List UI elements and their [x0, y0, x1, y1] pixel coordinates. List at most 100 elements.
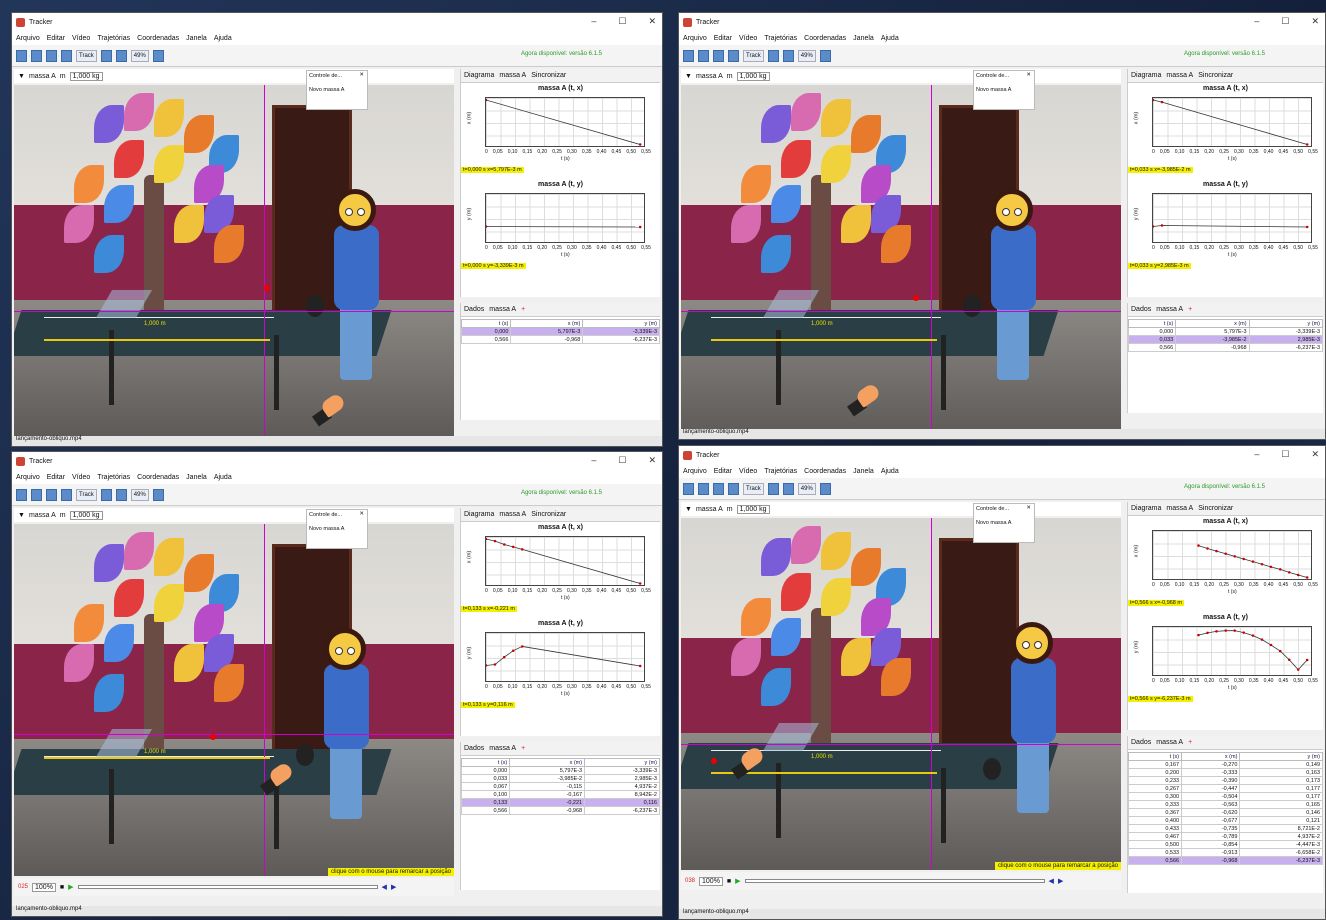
- autotracker-icon[interactable]: [100, 49, 112, 62]
- menu-item[interactable]: Trajetórias: [97, 35, 130, 42]
- menu-item[interactable]: Ajuda: [881, 35, 899, 42]
- data-point[interactable]: [1278, 649, 1282, 653]
- close-icon[interactable]: ✕: [1026, 505, 1031, 511]
- video-settings-icon[interactable]: [713, 49, 724, 62]
- data-point[interactable]: [1296, 668, 1300, 671]
- coordinate-axis-y[interactable]: [264, 85, 265, 437]
- data-title[interactable]: Dados: [464, 306, 484, 313]
- stop-icon[interactable]: ■: [60, 884, 64, 891]
- controls-track[interactable]: massa A: [323, 87, 344, 93]
- tracked-point[interactable]: [913, 295, 919, 301]
- data-point[interactable]: [1197, 544, 1200, 547]
- eye-icon[interactable]: [782, 482, 794, 495]
- table-row[interactable]: 0,566 -0,968 -6,237E-3: [460, 335, 660, 344]
- plot[interactable]: massa A (t, y) y (m) 0 0,05 0,10 0,15 0,20 0,…: [1128, 612, 1323, 708]
- menu-item[interactable]: Vídeo: [72, 474, 90, 481]
- plot[interactable]: massa A (t, x) x (m) 0 0,05 0,10 0,15 0,20 0,…: [461, 83, 660, 179]
- close-icon[interactable]: ✕: [1311, 16, 1319, 27]
- menu-item[interactable]: Janela: [186, 474, 207, 481]
- data-point[interactable]: [1269, 565, 1273, 569]
- data-point[interactable]: [1305, 143, 1309, 146]
- axes-icon[interactable]: [728, 482, 739, 495]
- column-header[interactable]: x (m): [509, 758, 586, 767]
- open-file-icon[interactable]: [683, 49, 694, 62]
- maximize-icon[interactable]: ☐: [618, 455, 626, 466]
- close-icon[interactable]: ✕: [1026, 72, 1031, 78]
- controls-track[interactable]: massa A: [323, 526, 344, 532]
- play-icon[interactable]: ▶: [68, 883, 73, 891]
- table-row[interactable]: 0,000 5,797E-3 -3,339E-3: [460, 327, 660, 336]
- data-title[interactable]: Dados: [1131, 306, 1151, 313]
- plot-area[interactable]: [1152, 626, 1312, 676]
- new-button[interactable]: Novo: [309, 87, 322, 93]
- minimize-icon[interactable]: –: [1254, 449, 1259, 460]
- table-row[interactable]: 0,167 -0,270 0,149: [1127, 760, 1323, 769]
- menu-item[interactable]: Trajetórias: [97, 474, 130, 481]
- sync-checkbox[interactable]: Sincronizar: [531, 72, 566, 79]
- table-row[interactable]: 0,233 -0,390 0,173: [1127, 776, 1323, 785]
- menu-item[interactable]: Editar: [714, 468, 732, 475]
- step-back-icon[interactable]: ◀: [1049, 877, 1054, 885]
- play-icon[interactable]: ▶: [735, 877, 740, 885]
- menu-item[interactable]: Arquivo: [16, 474, 40, 481]
- mass-field[interactable]: 1,000 kg: [69, 71, 103, 81]
- menu-item[interactable]: Vídeo: [72, 35, 90, 42]
- video-frame[interactable]: 1,000 m clique com o mouse para remarcar…: [681, 518, 1121, 870]
- sync-checkbox[interactable]: Sincronizar: [1198, 505, 1233, 512]
- close-icon[interactable]: ✕: [359, 72, 364, 78]
- data-point[interactable]: [486, 98, 488, 102]
- track-button[interactable]: Track: [743, 49, 764, 62]
- menu-item[interactable]: Vídeo: [739, 35, 757, 42]
- coordinate-axis-x[interactable]: [681, 311, 1121, 312]
- data-point[interactable]: [1278, 568, 1282, 571]
- data-point[interactable]: [486, 537, 488, 541]
- data-point[interactable]: [1251, 560, 1255, 563]
- sync-checkbox[interactable]: Sincronizar: [531, 511, 566, 518]
- column-header[interactable]: t (s): [1127, 752, 1183, 761]
- zoom-button[interactable]: 49%: [797, 482, 816, 495]
- calibration-stick[interactable]: [711, 339, 937, 341]
- data-point[interactable]: [638, 225, 642, 229]
- data-point[interactable]: [638, 664, 642, 668]
- plot-area[interactable]: [485, 536, 645, 586]
- column-header[interactable]: x (m): [1175, 319, 1250, 328]
- table-row[interactable]: 0,333 -0,563 0,165: [1127, 800, 1323, 809]
- tracked-point[interactable]: [264, 285, 270, 291]
- column-header[interactable]: y (m): [584, 758, 660, 767]
- data-point[interactable]: [1269, 643, 1273, 647]
- data-point[interactable]: [1260, 638, 1264, 641]
- close-icon[interactable]: ✕: [648, 16, 656, 27]
- menu-item[interactable]: Editar: [47, 474, 65, 481]
- data-point[interactable]: [520, 645, 524, 648]
- table-row[interactable]: 0,566 -0,968 -6,237E-3: [1127, 343, 1324, 352]
- data-track-selector[interactable]: massa A: [489, 306, 516, 313]
- data-point[interactable]: [493, 539, 497, 543]
- data-title[interactable]: Dados: [464, 745, 484, 752]
- data-track-selector[interactable]: massa A: [1156, 306, 1183, 313]
- save-icon[interactable]: [31, 488, 42, 501]
- data-point[interactable]: [1206, 631, 1209, 635]
- data-point[interactable]: [493, 663, 497, 666]
- file-tab[interactable]: lançamento-obliquo.mp4: [683, 909, 749, 915]
- data-point[interactable]: [638, 143, 642, 146]
- playback-rate[interactable]: 100%: [699, 876, 723, 886]
- graph-track-selector[interactable]: massa A: [499, 72, 526, 79]
- mass-field[interactable]: 1,000 kg: [736, 504, 770, 514]
- maximize-icon[interactable]: ☐: [618, 16, 626, 27]
- coordinate-axis-x[interactable]: [14, 311, 454, 312]
- plot[interactable]: massa A (t, y) y (m) 0 0,05 0,10 0,15 0,20 0,…: [461, 618, 660, 714]
- open-file-icon[interactable]: [16, 488, 27, 501]
- data-point[interactable]: [486, 664, 488, 667]
- menu-item[interactable]: Arquivo: [683, 35, 707, 42]
- data-point[interactable]: [502, 543, 506, 546]
- filter-icon[interactable]: ▼: [685, 506, 692, 513]
- menu-item[interactable]: Editar: [47, 35, 65, 42]
- video-frame[interactable]: 1,000 m clique com o mouse para remarcar…: [14, 524, 454, 876]
- plot-area[interactable]: [1152, 530, 1312, 580]
- menu-item[interactable]: Coordenadas: [804, 35, 846, 42]
- coordinate-axis-x[interactable]: [14, 734, 454, 735]
- menu-item[interactable]: Editar: [714, 35, 732, 42]
- column-header[interactable]: y (m): [1248, 319, 1324, 328]
- tracked-point[interactable]: [711, 758, 717, 764]
- column-header[interactable]: x (m): [510, 319, 584, 328]
